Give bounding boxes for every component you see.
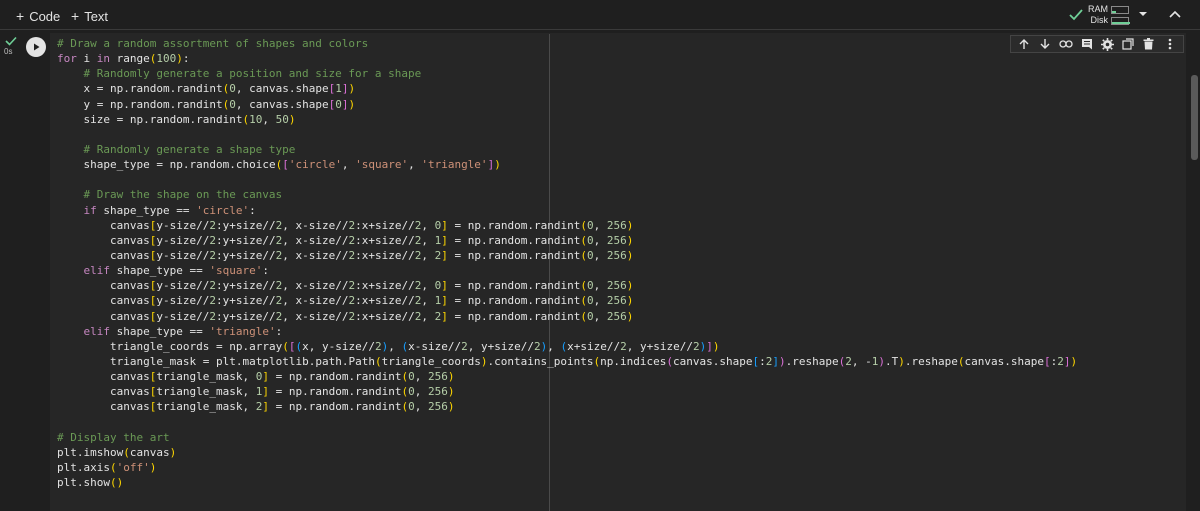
more-options-icon[interactable]	[1163, 37, 1177, 51]
link-icon[interactable]	[1059, 37, 1073, 51]
code-line: canvas[y-size//2:y+size//2, x-size//2:x+…	[110, 233, 634, 247]
code-line: canvas[y-size//2:y+size//2, x-size//2:x+…	[110, 279, 634, 293]
play-icon	[34, 43, 40, 51]
caret-down-icon[interactable]	[1138, 10, 1148, 18]
code-line: # Draw the shape on the canvas	[83, 188, 283, 202]
code-line: elif shape_type == 'square':	[83, 264, 269, 278]
code-line: canvas[y-size//2:y+size//2, x-size//2:x+…	[110, 218, 634, 232]
gear-icon[interactable]	[1100, 37, 1114, 51]
code-line: canvas[y-size//2:y+size//2, x-size//2:x+…	[110, 309, 634, 323]
code-line: # Display the art	[57, 430, 170, 444]
code-line: size = np.random.randint(10, 50)	[83, 112, 296, 126]
code-line: plt.axis('off')	[57, 460, 157, 474]
code-line: x = np.random.randint(0, canvas.shape[1]…	[83, 82, 356, 96]
code-line: plt.imshow(canvas)	[57, 445, 177, 459]
code-line: canvas[y-size//2:y+size//2, x-size//2:x+…	[110, 248, 634, 262]
add-text-label: Text	[84, 8, 109, 24]
add-code-button[interactable]: + Code	[16, 8, 60, 24]
comment-icon[interactable]	[1080, 37, 1094, 51]
scrollbar-thumb[interactable]	[1191, 75, 1198, 160]
chevron-up-icon[interactable]	[1168, 7, 1182, 21]
top-toolbar: + Code + Text RAM Disk	[0, 0, 1200, 30]
run-cell-button[interactable]	[26, 37, 46, 57]
delete-icon[interactable]	[1142, 37, 1156, 51]
code-line: shape_type = np.random.choice(['circle',…	[83, 158, 501, 172]
move-down-icon[interactable]	[1038, 37, 1052, 51]
plus-icon: +	[71, 8, 80, 24]
code-line: triangle_coords = np.array([(x, y-size//…	[110, 339, 720, 353]
disk-bar	[1111, 17, 1130, 25]
code-line: y = np.random.randint(0, canvas.shape[0]…	[83, 97, 356, 111]
mirror-cell-icon[interactable]	[1121, 37, 1135, 51]
add-code-label: Code	[29, 8, 61, 24]
code-line: triangle_mask = plt.matplotlib.path.Path…	[110, 354, 1078, 368]
code-line: canvas[y-size//2:y+size//2, x-size//2:x+…	[110, 294, 634, 308]
exec-success-icon	[5, 36, 17, 46]
cell-toolbar	[1010, 35, 1184, 53]
code-line: canvas[triangle_mask, 1] = np.random.ran…	[110, 385, 455, 399]
resource-monitor[interactable]: RAM Disk	[1068, 4, 1130, 28]
code-line: if shape_type == 'circle':	[83, 203, 256, 217]
code-line: elif shape_type == 'triangle':	[83, 324, 283, 338]
move-up-icon[interactable]	[1017, 37, 1031, 51]
plus-icon: +	[16, 8, 25, 24]
code-line: plt.show()	[57, 476, 124, 490]
code-line: canvas[triangle_mask, 0] = np.random.ran…	[110, 370, 455, 384]
code-line: # Randomly generate a position and size …	[83, 67, 422, 81]
ram-label: RAM	[1088, 4, 1108, 14]
exec-time: 0s	[4, 47, 13, 56]
code-editor[interactable]: # Draw a random assortment of shapes and…	[57, 36, 1077, 490]
connected-check-icon	[1069, 9, 1083, 21]
code-line: # Randomly generate a shape type	[83, 142, 296, 156]
code-line: # Draw a random assortment of shapes and…	[57, 37, 369, 50]
disk-label: Disk	[1090, 15, 1109, 25]
code-line: canvas[triangle_mask, 2] = np.random.ran…	[110, 400, 455, 414]
ram-bar	[1111, 6, 1129, 14]
cell-gutter	[0, 31, 22, 511]
add-text-button[interactable]: + Text	[71, 8, 108, 24]
code-line: for i in range(100):	[57, 52, 190, 66]
